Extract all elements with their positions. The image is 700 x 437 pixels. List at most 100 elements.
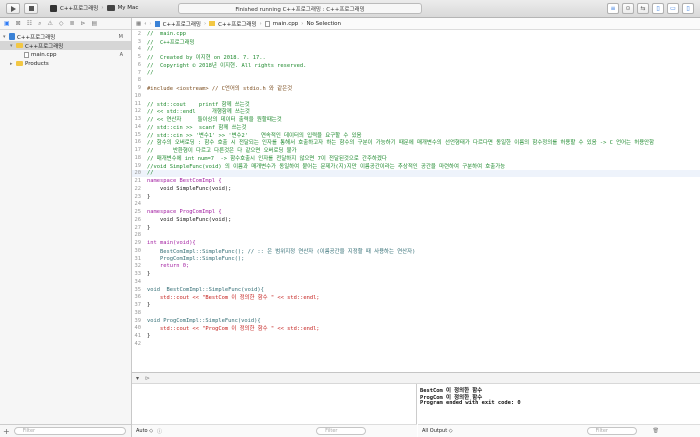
tree-item-products[interactable]: ▸ Products bbox=[0, 59, 131, 68]
code-line[interactable]: 35 void BestComImpl::SimpleFunc(void){ bbox=[132, 286, 700, 294]
scheme-target[interactable]: C++프로그래밍 bbox=[60, 4, 98, 12]
scheme-device[interactable]: My Mac bbox=[118, 5, 139, 11]
code-line[interactable]: 26 void SimpleFunc(void); bbox=[132, 216, 700, 224]
project-navigator-tab-icon[interactable]: ▣ bbox=[4, 20, 10, 27]
code-line[interactable]: 11// std::cout printf 함께 쓰는것 bbox=[132, 100, 700, 108]
tree-item-group[interactable]: ▾ C++프로그래밍 bbox=[0, 41, 131, 50]
code-line[interactable]: 23} bbox=[132, 193, 700, 201]
code-line[interactable]: 3 // C++프로그래밍 bbox=[132, 38, 700, 46]
code-text: // bbox=[147, 46, 154, 53]
code-line[interactable]: 10 bbox=[132, 92, 700, 100]
code-line[interactable]: 41} bbox=[132, 332, 700, 340]
breadcrumb-file[interactable]: main.cpp bbox=[273, 21, 299, 27]
line-number: 28 bbox=[134, 232, 142, 239]
add-icon[interactable]: + bbox=[3, 427, 10, 436]
line-number: 33 bbox=[134, 271, 142, 278]
breadcrumb-group[interactable]: C++프로그래밍 bbox=[218, 20, 256, 28]
console-line: Program ended with exit code: 0 bbox=[420, 400, 521, 406]
code-line[interactable]: 17// 반환형이 다르고 다른것은 다 같으면 오버로딩 불가 bbox=[132, 146, 700, 154]
code-line[interactable]: 27} bbox=[132, 224, 700, 232]
debug-navigator-tab-icon[interactable]: ≣ bbox=[69, 20, 74, 27]
line-number: 13 bbox=[134, 116, 142, 123]
code-line[interactable]: 12// << std::endl 개행함께 쓰는것 bbox=[132, 108, 700, 115]
code-line[interactable]: 8 bbox=[132, 77, 700, 85]
navigator-filter-input[interactable]: Filter bbox=[13, 427, 126, 435]
hide-debug-area-icon[interactable]: ▾ bbox=[136, 375, 139, 382]
code-line[interactable]: 39 void ProgComImpl::SimpleFunc(void){ bbox=[132, 317, 700, 325]
tree-item-main-cpp[interactable]: main.cpp A bbox=[0, 50, 131, 59]
breadcrumb-symbol[interactable]: No Selection bbox=[306, 21, 341, 27]
code-line[interactable]: 7 // bbox=[132, 69, 700, 77]
code-line[interactable]: 6 // Copyright © 2018년 이지현. All rights re… bbox=[132, 61, 700, 69]
line-number: 11 bbox=[134, 100, 142, 107]
code-line[interactable]: 36 std::cout << "BestCom 이 정의한 함수 " << s… bbox=[132, 294, 700, 301]
report-navigator-tab-icon[interactable]: ▤ bbox=[92, 20, 98, 27]
variables-filter-input[interactable]: Filter bbox=[316, 427, 367, 435]
code-line[interactable]: 19 //void SimpleFunc(void) 의 이름과 매개변수가 동일… bbox=[132, 162, 700, 170]
breadcrumb-project[interactable]: C++프로그래밍 bbox=[163, 20, 201, 28]
tree-item-project[interactable]: ▾ C++프로그래밍 M bbox=[0, 32, 131, 41]
issue-navigator-tab-icon[interactable]: ⚠ bbox=[47, 20, 52, 27]
code-line[interactable]: 14// std::cin >> scanf 함께 쓰는것 bbox=[132, 123, 700, 131]
code-line[interactable]: 13// << 연산자 둘이상의 데이터 출력을 원할때는것 bbox=[132, 115, 700, 123]
stop-button[interactable] bbox=[24, 3, 38, 14]
code-line[interactable]: 38 bbox=[132, 309, 700, 317]
variables-scope-select[interactable]: Auto ◇ bbox=[136, 428, 153, 434]
code-line[interactable]: 34 bbox=[132, 278, 700, 286]
code-line[interactable]: 9 #include <iostream> // C언어의 stdio.h 와 같… bbox=[132, 84, 700, 92]
code-line[interactable]: 2 // main.cpp bbox=[132, 30, 700, 38]
info-icon[interactable]: ⓘ bbox=[157, 428, 162, 435]
test-navigator-tab-icon[interactable]: ◇ bbox=[59, 20, 64, 27]
code-line[interactable]: 15// std::cin >> '변수1' >> '변수2' 연속적인 데이터… bbox=[132, 131, 700, 139]
code-line[interactable]: 40 std::cout << "ProgCom 이 정의한 함수 " << s… bbox=[132, 325, 700, 332]
find-navigator-tab-icon[interactable]: ⌕ bbox=[38, 20, 41, 28]
toggle-navigator-button[interactable]: ▯ bbox=[652, 3, 664, 14]
trash-icon[interactable]: 🗑 bbox=[653, 428, 659, 434]
line-number: 2 bbox=[137, 30, 141, 37]
code-line[interactable]: 16// 함수의 오버로딩 : 함수 호출 시 전달되는 인자를 통해서 호출하… bbox=[132, 139, 700, 146]
code-line[interactable]: 33} bbox=[132, 270, 700, 278]
source-editor[interactable]: 2// main.cpp 3// C++프로그래밍 4//5// Created b… bbox=[132, 30, 700, 372]
code-line[interactable]: 30 BestComImpl::SimpleFunc(); // :: 은 범위… bbox=[132, 247, 700, 255]
scheme-selector[interactable]: C++프로그래밍 › My Mac bbox=[50, 4, 138, 12]
code-line[interactable]: 4 // bbox=[132, 46, 700, 54]
line-number: 6 bbox=[137, 61, 141, 68]
source-control-tab-icon[interactable]: ⊠ bbox=[16, 20, 21, 27]
code-line[interactable]: 29 int main(void){ bbox=[132, 239, 700, 247]
project-icon bbox=[154, 20, 160, 27]
code-line[interactable]: 21 namespace BestComImpl { bbox=[132, 177, 700, 185]
toolbar-right-buttons: ≡ ⊙ ⇆ ▯ ▭ ▯ bbox=[607, 3, 694, 14]
output-filter-select[interactable]: All Output ◇ bbox=[422, 428, 453, 434]
breakpoint-navigator-tab-icon[interactable]: ⊳ bbox=[81, 20, 86, 27]
line-number: 41 bbox=[134, 333, 142, 340]
code-line[interactable]: 31 ProgComImpl::SimpleFunc(); bbox=[132, 255, 700, 263]
code-line[interactable]: 18// 매개변수에 int num=7 -> 함수호출시 인자를 전달하지 않… bbox=[132, 154, 700, 162]
code-line[interactable]: 42 bbox=[132, 340, 700, 348]
code-line[interactable]: 24 bbox=[132, 201, 700, 209]
code-line[interactable]: 37} bbox=[132, 301, 700, 309]
symbol-navigator-tab-icon[interactable]: ☷ bbox=[27, 20, 32, 27]
code-text: void ProgComImpl::SimpleFunc(void){ bbox=[147, 317, 261, 324]
assistant-editor-button[interactable]: ⊙ bbox=[622, 3, 634, 14]
forward-icon[interactable]: › bbox=[149, 21, 151, 27]
code-text: namespace BestComImpl { bbox=[147, 178, 222, 185]
standard-editor-button[interactable]: ≡ bbox=[607, 3, 619, 14]
debug-bar: ▾ ⊳ bbox=[132, 372, 700, 384]
breakpoints-toggle-icon[interactable]: ⊳ bbox=[145, 375, 150, 382]
toggle-debug-button[interactable]: ▭ bbox=[667, 3, 679, 14]
line-number: 3 bbox=[137, 38, 141, 45]
console-filter-input[interactable]: Filter bbox=[586, 427, 637, 435]
code-line[interactable]: 20 // bbox=[132, 169, 700, 178]
related-items-icon[interactable]: ▦ bbox=[136, 21, 141, 27]
console-line: BestCom 이 정의한 함수 bbox=[420, 388, 483, 394]
version-editor-button[interactable]: ⇆ bbox=[637, 3, 649, 14]
code-text: // bbox=[147, 69, 154, 76]
code-line[interactable]: 28 bbox=[132, 232, 700, 240]
code-line[interactable]: 22 void SimpleFunc(void); bbox=[132, 185, 700, 193]
code-line[interactable]: 5// Created by 이지현 on 2018. 7. 17.. bbox=[132, 53, 700, 61]
toggle-utilities-button[interactable]: ▯ bbox=[682, 3, 694, 14]
run-button[interactable] bbox=[6, 3, 20, 14]
back-icon[interactable]: ‹ bbox=[144, 21, 146, 27]
code-line[interactable]: 32 return 0; bbox=[132, 263, 700, 271]
code-line[interactable]: 25 namespace ProgComImpl { bbox=[132, 208, 700, 216]
